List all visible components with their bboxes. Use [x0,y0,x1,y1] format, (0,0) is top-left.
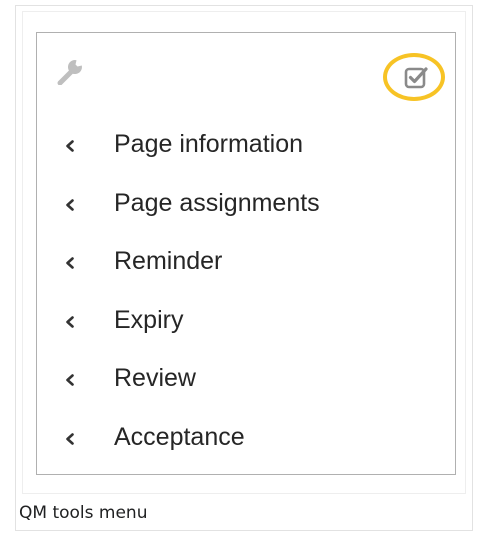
chevron-left-icon [66,315,74,328]
menu-item-reminder[interactable]: Reminder [37,238,455,297]
checkbox-checked-icon[interactable] [403,64,429,90]
menu-item-label: Expiry [114,305,184,334]
chevron-left-icon [66,257,74,269]
qm-tools-menu: Page information Page assignments Remind… [37,121,455,472]
menu-item-expiry[interactable]: Expiry [37,297,455,356]
menu-item-review[interactable]: Review [37,355,455,414]
menu-item-label: Page information [114,130,304,158]
figure-caption: QM tools menu [19,503,148,523]
menu-item-label: Review [114,364,196,392]
qm-tools-panel: Page information Page assignments Remind… [36,32,456,475]
chevron-left-icon [66,432,74,445]
thumbnail-frame: Page information Page assignments Remind… [22,11,466,494]
menu-item-label: Reminder [114,247,223,275]
chevron-left-icon [66,140,74,152]
menu-item-label: Acceptance [114,422,245,451]
wrench-icon [57,60,82,85]
chevron-left-icon [66,374,74,386]
menu-item-page-information[interactable]: Page information [37,121,455,180]
chevron-left-icon [66,198,74,211]
figure: Page information Page assignments Remind… [15,5,473,531]
menu-item-page-assignments[interactable]: Page assignments [37,180,455,239]
menu-item-label: Page assignments [114,188,320,217]
menu-item-acceptance[interactable]: Acceptance [37,414,455,473]
